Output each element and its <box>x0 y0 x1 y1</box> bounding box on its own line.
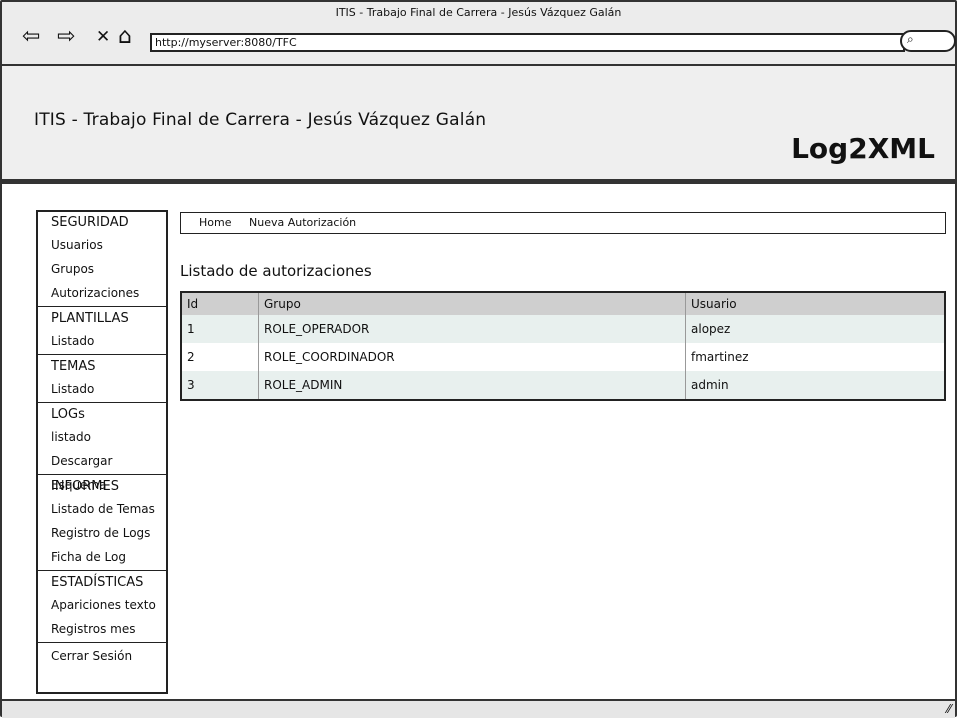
sidebar-section-temas: TEMAS <box>51 359 96 374</box>
header-divider <box>2 179 955 184</box>
sidebar-divider <box>38 570 166 571</box>
back-icon[interactable]: ⇦ <box>22 26 40 48</box>
sidebar-divider <box>38 354 166 355</box>
cell-id: 2 <box>181 343 259 371</box>
sidebar-item-listado-temas[interactable]: Listado de Temas <box>38 497 166 521</box>
cell-usuario: fmartinez <box>685 343 946 371</box>
sidebar-item-plantillas-listado[interactable]: Listado <box>38 329 166 353</box>
sidebar-item-grupos[interactable]: Grupos <box>38 257 166 281</box>
table-header-row: Id Grupo Usuario <box>181 292 946 315</box>
sidebar-divider <box>38 306 166 307</box>
sidebar-section-logs: LOGs <box>51 407 85 422</box>
sidebar-item-registro-logs[interactable]: Registro de Logs <box>38 521 166 545</box>
breadcrumb: Home Nueva Autorización <box>180 212 946 234</box>
page-header: ITIS - Trabajo Final de Carrera - Jesús … <box>2 66 955 182</box>
search-field[interactable]: ⌕ <box>900 30 956 52</box>
sidebar-section-seguridad: SEGURIDAD <box>51 215 129 230</box>
sidebar-item-temas-listado[interactable]: Listado <box>38 377 166 401</box>
sidebar-item-logs-listado[interactable]: listado <box>38 425 166 449</box>
url-input[interactable]: http://myserver:8080/TFC <box>150 33 905 52</box>
cell-usuario: alopez <box>685 315 946 343</box>
status-bar: ⁄⁄ <box>2 699 955 718</box>
sidebar-section-informes: INFORMES <box>51 479 119 494</box>
page-title: Listado de autorizaciones <box>180 262 372 280</box>
window-title: ITIS - Trabajo Final de Carrera - Jesús … <box>335 6 622 19</box>
sidebar: SEGURIDAD Usuarios Grupos Autorizaciones… <box>36 210 168 694</box>
sidebar-divider <box>38 642 166 643</box>
sidebar-item-autorizaciones[interactable]: Autorizaciones <box>38 281 166 305</box>
close-icon[interactable]: ✕ <box>96 26 110 48</box>
cell-grupo: ROLE_COORDINADOR <box>258 343 686 371</box>
cell-id: 1 <box>181 315 259 343</box>
table-row[interactable]: 2 ROLE_COORDINADOR fmartinez <box>181 343 946 371</box>
table-row[interactable]: 1 ROLE_OPERADOR alopez <box>181 315 946 343</box>
sidebar-item-registros-mes[interactable]: Registros mes <box>38 617 166 641</box>
site-title: ITIS - Trabajo Final de Carrera - Jesús … <box>34 110 487 130</box>
column-header-grupo[interactable]: Grupo <box>258 292 686 315</box>
table-row[interactable]: 3 ROLE_ADMIN admin <box>181 371 946 400</box>
app-logo: Log2XML <box>791 132 935 165</box>
new-authorization-link[interactable]: Nueva Autorización <box>249 213 356 233</box>
cell-grupo: ROLE_ADMIN <box>258 371 686 400</box>
cell-usuario: admin <box>685 371 946 400</box>
sidebar-item-descargar-esquema[interactable]: Descargar Esquema <box>38 449 166 492</box>
sidebar-section-plantillas: PLANTILLAS <box>51 311 129 326</box>
breadcrumb-home-link[interactable]: Home <box>199 213 231 233</box>
column-header-id[interactable]: Id <box>181 292 259 315</box>
resize-grip-icon[interactable]: ⁄⁄ <box>947 702 951 716</box>
browser-chrome: ITIS - Trabajo Final de Carrera - Jesús … <box>2 2 956 66</box>
sidebar-section-estadisticas: ESTADÍSTICAS <box>51 575 144 590</box>
search-icon: ⌕ <box>907 32 914 46</box>
sidebar-divider <box>38 402 166 403</box>
forward-icon[interactable]: ⇨ <box>57 26 75 48</box>
cell-grupo: ROLE_OPERADOR <box>258 315 686 343</box>
sidebar-item-usuarios[interactable]: Usuarios <box>38 233 166 257</box>
browser-window: ITIS - Trabajo Final de Carrera - Jesús … <box>0 0 957 718</box>
home-icon[interactable]: ⌂ <box>118 26 132 48</box>
sidebar-item-apariciones-texto[interactable]: Apariciones texto <box>38 593 166 617</box>
column-header-usuario[interactable]: Usuario <box>685 292 946 315</box>
cell-id: 3 <box>181 371 259 400</box>
logout-link[interactable]: Cerrar Sesión <box>38 644 166 668</box>
sidebar-item-ficha-log[interactable]: Ficha de Log <box>38 545 166 569</box>
authorizations-table: Id Grupo Usuario 1 ROLE_OPERADOR alopez … <box>180 291 946 401</box>
